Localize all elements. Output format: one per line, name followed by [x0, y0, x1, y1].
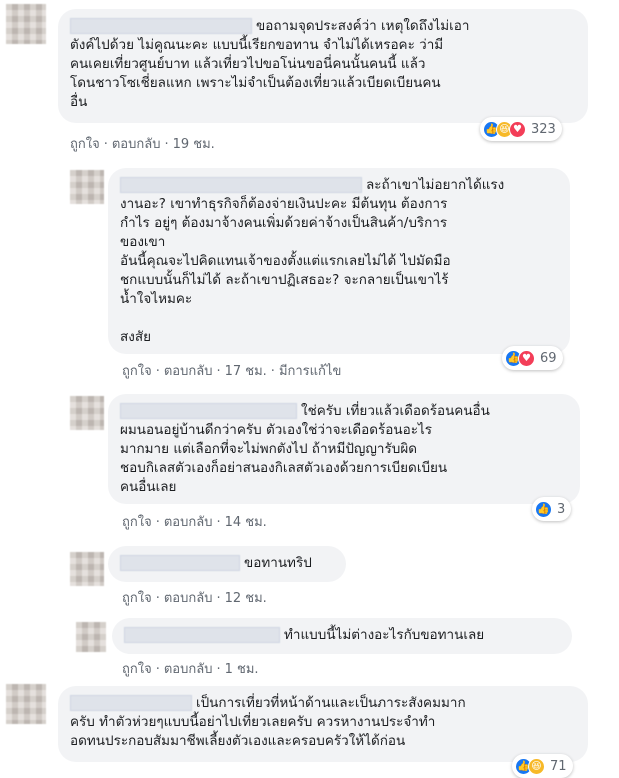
comment-bubble: ทำแบบนี้ไม่ต่างอะไรกับขอทานเลย: [112, 618, 572, 654]
comment-bubble: ขอถามจุดประสงค์ว่า เหตุใดถึงไม่เอา ตังค์…: [58, 9, 588, 123]
comment-line-3: คนเคยเที่ยวศูนย์บาท แล้วเที่ยวไปขอโน่นขอ…: [70, 56, 426, 72]
blurred-author-name[interactable]: [120, 555, 240, 571]
comment-line-1: เป็นการเที่ยวที่หน้าด้านและเป็นภาระสังคม…: [70, 694, 576, 713]
avatar[interactable]: [6, 4, 46, 44]
blurred-author-name[interactable]: [120, 403, 297, 419]
reaction-count: 323: [531, 121, 556, 137]
reply-link[interactable]: ตอบกลับ: [164, 662, 213, 677]
blurred-author-name[interactable]: [124, 627, 280, 643]
comment-bubble: ขอทานทริป: [108, 546, 346, 582]
comment-line-1: ละถ้าเขาไม่อยากได้แรง: [120, 176, 558, 195]
reply-link[interactable]: ตอบกลับ: [164, 591, 213, 606]
reply-link[interactable]: ตอบกลับ: [164, 515, 213, 530]
comment-time[interactable]: 12 ชม.: [225, 591, 267, 606]
avatar[interactable]: [70, 552, 104, 586]
like-icon: 👍: [535, 500, 552, 518]
love-icon: ♥: [518, 349, 535, 367]
edited-label[interactable]: มีการแก้ไข: [279, 364, 341, 379]
like-link[interactable]: ถูกใจ: [122, 364, 152, 379]
avatar[interactable]: [6, 684, 46, 724]
comment-line-4: ของเขา: [120, 234, 166, 250]
comment-time[interactable]: 1 ชม.: [225, 662, 259, 677]
blurred-author-name[interactable]: [120, 177, 362, 193]
like-link[interactable]: ถูกใจ: [122, 662, 152, 677]
blurred-author-name[interactable]: [70, 18, 252, 34]
comment-time[interactable]: 14 ชม.: [225, 515, 267, 530]
comment-actions: ถูกใจ · ตอบกลับ · 19 ชม.: [70, 137, 215, 152]
comment-line-3: อดทนประกอบสัมมาชีพเลี้ยงตัวเองและครอบครั…: [70, 733, 406, 749]
love-icon: ♥: [509, 120, 526, 138]
comment-line-4: โดนชาวโซเชี่ยลแหก เพราะไม่จำเป็นต้องเที่…: [70, 75, 441, 91]
comment-actions: ถูกใจ · ตอบกลับ · 17 ชม. · มีการแก้ไข: [122, 364, 342, 379]
haha-icon: 😆: [528, 757, 545, 775]
reaction-summary[interactable]: 👍 ♥ 69: [502, 346, 563, 370]
comment-line-1: ขอทานทริป: [120, 554, 334, 573]
reaction-summary[interactable]: 👍 😆 ♥ 323: [480, 117, 562, 141]
comment-line-5: คนอื่นเลย: [120, 479, 177, 495]
reaction-summary[interactable]: 👍 😆 71: [512, 754, 573, 778]
comment-line-5: อื่น: [70, 94, 88, 110]
comment-line-3: กำไร อยู่ๆ ต้องมาจ้างคนเพิ่มด้วยค่าจ้างเ…: [120, 215, 448, 231]
comment-bubble: ละถ้าเขาไม่อยากได้แรง งานอะ? เขาทำธุรกิจ…: [108, 168, 570, 354]
comment-line-8: [120, 309, 558, 328]
comment-line-2: ครับ ทำตัวห่วยๆแบบนี้อย่าไปเที่ยวเลยครับ…: [70, 714, 436, 730]
comment-actions: ถูกใจ · ตอบกลับ · 14 ชม.: [122, 515, 267, 530]
reaction-count: 71: [550, 758, 567, 774]
like-link[interactable]: ถูกใจ: [70, 137, 100, 152]
comment-line-9: สงสัย: [120, 329, 151, 345]
reaction-summary[interactable]: 👍 3: [532, 497, 572, 521]
comment-line-2: ผมนอนอยู่บ้านดีกว่าครับ ตัวเองใช่ว่าจะเด…: [120, 422, 432, 438]
reaction-count: 3: [557, 501, 566, 517]
comment-actions: ถูกใจ · ตอบกลับ · 1 ชม.: [122, 662, 259, 677]
avatar[interactable]: [76, 622, 106, 652]
comment-line-2: งานอะ? เขาทำธุรกิจก็ต้องจ่ายเงินปะคะ มีต…: [120, 196, 448, 212]
comment-bubble: เป็นการเที่ยวที่หน้าด้านและเป็นภาระสังคม…: [58, 686, 588, 762]
reply-link[interactable]: ตอบกลับ: [164, 364, 213, 379]
comment-line-4: ชอบกิเลสตัวเองก็อย่าสนองกิเลสตัวเองด้วยก…: [120, 460, 448, 476]
comment-line-6: ชกแบบนั้นก็ไม่ได้ ละถ้าเขาปฏิเสธอะ? จะกล…: [120, 272, 449, 288]
comment-line-3: มากมาย แต่เลือกที่จะไม่พกตังไป ถ้าหมีปัญ…: [120, 441, 418, 457]
comment-bubble: ใช่ครับ เที่ยวแล้วเดือดร้อนคนอื่น ผมนอนอ…: [108, 394, 580, 504]
comment-time[interactable]: 19 ชม.: [173, 137, 215, 152]
comment-line-1: ใช่ครับ เที่ยวแล้วเดือดร้อนคนอื่น: [120, 402, 568, 421]
comment-actions: ถูกใจ · ตอบกลับ · 12 ชม.: [122, 591, 267, 606]
comment-line-5: อันนี้คุณจะไปคิดแทนเจ้าของตั้งแต่แรกเลยไ…: [120, 253, 451, 269]
avatar[interactable]: [70, 396, 104, 430]
comment-line-2: ตังค์ไปด้วย ไม่คูณนะคะ แบบนี้เรียกขอทาน …: [70, 37, 444, 53]
avatar[interactable]: [70, 170, 104, 204]
comment-line-1: ขอถามจุดประสงค์ว่า เหตุใดถึงไม่เอา: [70, 17, 576, 36]
comment-line-1: ทำแบบนี้ไม่ต่างอะไรกับขอทานเลย: [124, 626, 560, 645]
reaction-count: 69: [540, 350, 557, 366]
blurred-author-name[interactable]: [70, 695, 192, 711]
like-link[interactable]: ถูกใจ: [122, 591, 152, 606]
like-link[interactable]: ถูกใจ: [122, 515, 152, 530]
comment-time[interactable]: 17 ชม.: [225, 364, 267, 379]
reply-link[interactable]: ตอบกลับ: [112, 137, 161, 152]
comment-line-7: น้ำใจไหมคะ: [120, 291, 193, 307]
